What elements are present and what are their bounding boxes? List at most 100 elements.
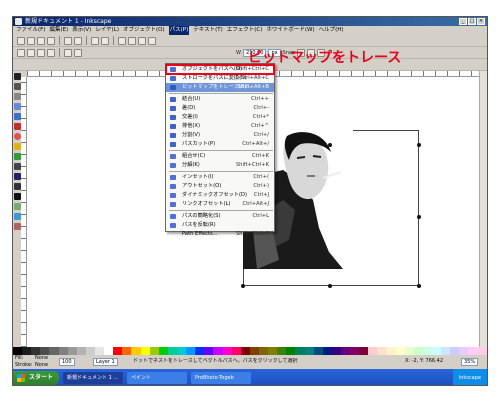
open-icon[interactable] — [27, 36, 35, 45]
menu-item-5[interactable]: パス(P) — [168, 26, 190, 35]
menu-item-6[interactable]: テキスト(T) — [193, 26, 223, 35]
palette-swatch[interactable] — [304, 347, 314, 355]
flip-vertical-icon[interactable] — [47, 48, 55, 57]
paste-icon[interactable] — [138, 36, 146, 45]
path-menu-item[interactable]: 組合せ(C) Ctrl+K — [166, 152, 274, 161]
selection-handle[interactable] — [328, 284, 332, 288]
selection-handle[interactable] — [241, 284, 245, 288]
redo-icon[interactable] — [101, 36, 109, 45]
palette-swatch[interactable] — [268, 347, 278, 355]
palette-swatch[interactable] — [222, 347, 232, 355]
lower-icon[interactable] — [74, 48, 82, 57]
undo-icon[interactable] — [91, 36, 99, 45]
export-icon[interactable] — [74, 36, 82, 45]
path-menu-item[interactable]: 差(D) Ctrl+- — [166, 104, 274, 113]
menu-item-3[interactable]: レイヤ(L) — [95, 26, 119, 35]
color-palette[interactable] — [13, 347, 487, 355]
selection-handle[interactable] — [328, 143, 332, 147]
layer-select[interactable]: Layer 1 — [93, 358, 118, 366]
menu-item-9[interactable]: ヘルプ(H) — [319, 26, 344, 35]
palette-swatch[interactable] — [58, 347, 68, 355]
path-menu-item[interactable]: パスカット(P) Ctrl+Alt+/ — [166, 140, 274, 149]
palette-swatch[interactable] — [140, 347, 150, 355]
palette-swatch[interactable] — [340, 347, 351, 355]
path-menu-item[interactable]: 結合(U) Ctrl++ — [166, 95, 274, 104]
text-tool-icon[interactable] — [13, 193, 21, 200]
ellipse-tool-icon[interactable] — [13, 133, 21, 140]
rotate-icon[interactable] — [27, 48, 35, 57]
palette-swatch[interactable] — [386, 347, 396, 355]
path-menu-item[interactable]: パスの簡略化(S) Ctrl+L — [166, 212, 274, 221]
cut-icon[interactable] — [128, 36, 136, 45]
path-menu-item[interactable]: ビットマップをトレース(B)... Shift+Alt+B — [166, 83, 274, 92]
menu-item-8[interactable]: ホワイトボード(W) — [266, 26, 314, 35]
palette-swatch[interactable] — [313, 347, 323, 355]
palette-swatch[interactable] — [104, 347, 114, 355]
menu-item-0[interactable]: ファイル(F) — [16, 26, 45, 35]
zoom-field[interactable]: 35% — [461, 358, 479, 366]
palette-swatch[interactable] — [85, 347, 95, 355]
path-menu-item[interactable]: 交差(I) Ctrl+* — [166, 113, 274, 122]
calligraphy-tool-icon[interactable] — [13, 183, 21, 190]
palette-swatch[interactable] — [13, 347, 23, 355]
menu-item-4[interactable]: オブジェクト(O) — [123, 26, 165, 35]
palette-swatch[interactable] — [450, 347, 460, 355]
spiral-tool-icon[interactable] — [13, 153, 21, 160]
maximize-button[interactable]: □ — [468, 18, 476, 25]
palette-swatch[interactable] — [477, 347, 487, 355]
copy-icon[interactable] — [118, 36, 126, 45]
import-icon[interactable] — [64, 36, 72, 45]
3d-box-tool-icon[interactable] — [13, 123, 21, 130]
palette-swatch[interactable] — [231, 347, 241, 355]
tweak-tool-icon[interactable] — [13, 93, 21, 100]
star-tool-icon[interactable] — [13, 143, 21, 150]
taskbar-item-photo[interactable]: ProBhoto-Togeb — [191, 372, 252, 384]
path-menu-item[interactable]: 分解(K) Shift+Ctrl+K — [166, 161, 274, 170]
palette-swatch[interactable] — [377, 347, 387, 355]
palette-swatch[interactable] — [295, 347, 305, 355]
fill-value[interactable]: None — [35, 355, 48, 362]
palette-swatch[interactable] — [204, 347, 214, 355]
palette-swatch[interactable] — [468, 347, 478, 355]
palette-swatch[interactable] — [395, 347, 405, 355]
palette-swatch[interactable] — [67, 347, 77, 355]
close-button[interactable]: × — [477, 18, 485, 25]
connector-tool-icon[interactable] — [13, 203, 21, 210]
palette-swatch[interactable] — [432, 347, 442, 355]
palette-swatch[interactable] — [40, 347, 50, 355]
dropper-tool-icon[interactable] — [13, 223, 21, 230]
path-menu-item[interactable]: ダイナミックオフセット(D) Ctrl+J — [166, 191, 274, 200]
palette-swatch[interactable] — [113, 347, 123, 355]
palette-swatch[interactable] — [331, 347, 341, 355]
palette-swatch[interactable] — [122, 347, 132, 355]
palette-swatch[interactable] — [49, 347, 59, 355]
palette-swatch[interactable] — [277, 347, 287, 355]
palette-swatch[interactable] — [286, 347, 296, 355]
minimize-button[interactable]: _ — [459, 18, 467, 25]
palette-swatch[interactable] — [76, 347, 86, 355]
menu-item-7[interactable]: エフェクト(C) — [227, 26, 263, 35]
palette-swatch[interactable] — [258, 347, 269, 355]
selection-handle[interactable] — [417, 215, 421, 219]
palette-swatch[interactable] — [368, 347, 378, 355]
selection-handle[interactable] — [417, 143, 421, 147]
palette-swatch[interactable] — [94, 347, 105, 355]
path-menu-item[interactable]: パスを反転(R) — [166, 221, 274, 230]
zoom-icon[interactable] — [148, 36, 156, 45]
palette-swatch[interactable] — [249, 347, 259, 355]
pen-tool-icon[interactable] — [13, 173, 21, 180]
path-menu-item[interactable]: アウトセット(O) Ctrl+) — [166, 182, 274, 191]
palette-swatch[interactable] — [441, 347, 451, 355]
palette-swatch[interactable] — [195, 347, 205, 355]
palette-swatch[interactable] — [186, 347, 196, 355]
palette-swatch[interactable] — [22, 347, 32, 355]
path-menu-item[interactable]: ストロークをパスに変換(S) Ctrl+Alt+C — [166, 74, 274, 83]
flip-horizontal-icon[interactable] — [37, 48, 45, 57]
rectangle-tool-icon[interactable] — [13, 113, 21, 120]
node-tool-icon[interactable] — [13, 83, 21, 90]
path-menu-item[interactable]: リンクオフセット(L) Ctrl+Alt+J — [166, 200, 274, 209]
select-all-icon[interactable] — [17, 48, 25, 57]
palette-swatch[interactable] — [350, 347, 360, 355]
menu-item-1[interactable]: 編集(E) — [49, 26, 68, 35]
print-icon[interactable] — [47, 36, 55, 45]
